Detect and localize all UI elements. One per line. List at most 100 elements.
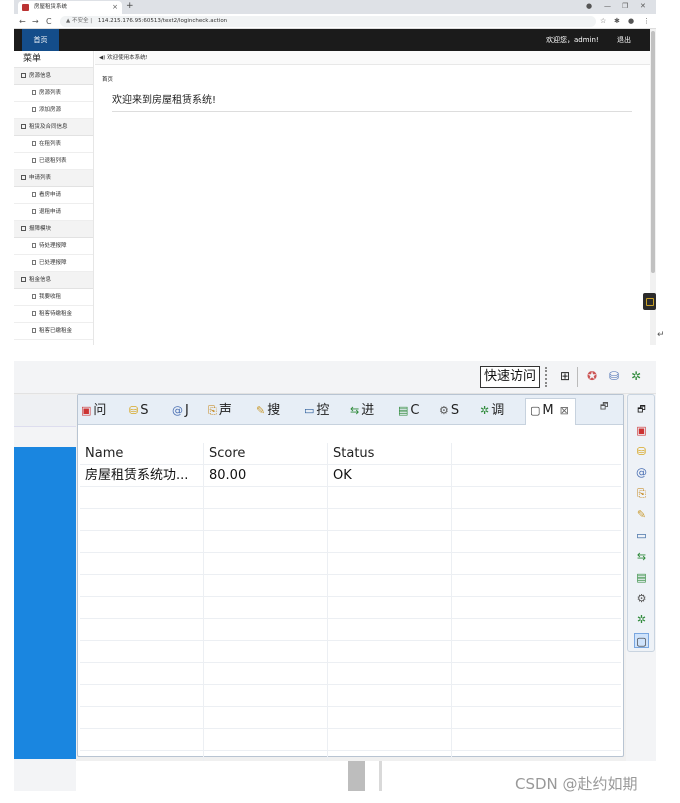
menu-item-active-leases[interactable]: 在租列表 — [14, 136, 93, 153]
tab-javadoc[interactable]: @ J — [172, 401, 189, 421]
table-row[interactable] — [80, 531, 621, 553]
table-row[interactable] — [80, 663, 621, 685]
table-row[interactable] — [80, 641, 621, 663]
tab-snippets[interactable]: ⚙ S — [439, 401, 459, 421]
perspective-debug-icon[interactable]: ✲ — [628, 368, 644, 384]
browser-toolbar: ← → C ▲ 不安全 | 114.215.176.95:60513/text2… — [14, 14, 656, 29]
reload-button[interactable]: C — [46, 15, 52, 28]
menu-item-done-repairs[interactable]: 已处理报障 — [14, 255, 93, 272]
menu-item-viewing-requests[interactable]: 看房申请 — [14, 187, 93, 204]
table-row[interactable] — [80, 597, 621, 619]
profile-icon[interactable]: ● — [628, 16, 634, 27]
column-header-status[interactable]: Status — [328, 443, 452, 465]
menu-item-listing-list[interactable]: 房源列表 — [14, 85, 93, 102]
column-header-extra[interactable] — [452, 443, 621, 465]
perspective-java-ee-icon[interactable]: ✪ — [584, 368, 600, 384]
empty-cell — [452, 575, 621, 597]
minimize-button[interactable]: — — [604, 0, 611, 13]
table-row[interactable] — [80, 619, 621, 641]
extensions-icon[interactable]: ✱ — [614, 16, 620, 27]
tab-title: 房屋租赁系统 — [34, 4, 68, 10]
empty-cell — [80, 663, 204, 685]
menu-group-rent[interactable]: 租金信息 — [14, 272, 93, 289]
menu-group-leases[interactable]: 租赁及合同信息 — [14, 119, 93, 136]
close-icon[interactable]: ⊠ — [560, 404, 569, 417]
nav-home-tab[interactable]: 首页 — [22, 29, 59, 51]
tab-console[interactable]: ▭ 控 — [304, 401, 329, 421]
empty-cell — [80, 619, 204, 641]
table-row[interactable]: 房屋租赁系统功... 80.00 OK — [80, 465, 621, 487]
tab-problems[interactable]: ▣ 问 — [81, 401, 106, 421]
forward-button[interactable]: → — [32, 15, 39, 28]
tab-coverage[interactable]: ▤ C — [398, 401, 419, 421]
menu-item-add-listing[interactable]: 添加房源 — [14, 102, 93, 119]
gear-icon — [21, 226, 26, 231]
empty-cell — [452, 597, 621, 619]
tab-declaration[interactable]: ⎘ 声 — [208, 401, 232, 421]
menu-item-ended-leases[interactable]: 已退租列表 — [14, 153, 93, 170]
menu-group-listings[interactable]: 房源信息 — [14, 68, 93, 85]
toolbar-grip[interactable] — [545, 367, 548, 387]
table-row[interactable] — [80, 487, 621, 509]
left-editor-selection — [14, 447, 76, 759]
wrench-icon — [32, 260, 36, 265]
coverage-icon[interactable]: ▤ — [634, 570, 649, 585]
view-icon[interactable]: ▢ — [634, 633, 649, 648]
problems-icon[interactable]: ▣ — [634, 423, 649, 438]
console-icon[interactable]: ▭ — [634, 528, 649, 543]
menu-item-move-out-requests[interactable]: 退租申请 — [14, 204, 93, 221]
tab-close-icon[interactable]: × — [112, 1, 118, 14]
file-icon — [32, 107, 36, 112]
search-icon[interactable]: ✎ — [634, 507, 649, 522]
tab-servers[interactable]: ⛁ S — [129, 401, 148, 421]
restore-icon[interactable]: 🗗 — [634, 403, 649, 418]
progress-icon[interactable]: ⇆ — [634, 549, 649, 564]
perspective-database-icon[interactable]: ⛁ — [606, 368, 622, 384]
at-icon[interactable]: @ — [634, 465, 649, 480]
column-header-name[interactable]: Name — [80, 443, 204, 465]
profile-dot-icon[interactable]: ● — [586, 0, 592, 13]
tab-markers[interactable]: ▢ M ⊠ — [525, 398, 576, 425]
menu-icon[interactable]: ⋮ — [643, 16, 650, 27]
logout-link[interactable]: 退出 — [617, 29, 631, 51]
tab-label: 控 — [316, 403, 330, 418]
menu-group-requests[interactable]: 申请列表 — [14, 170, 93, 187]
menu-item-collect-rent[interactable]: 我要收租 — [14, 289, 93, 306]
menu-group-repairs[interactable]: 报障模块 — [14, 221, 93, 238]
bookmark-star-icon[interactable]: ☆ — [600, 16, 606, 27]
empty-cell — [452, 663, 621, 685]
close-window-button[interactable]: ✕ — [640, 0, 646, 13]
open-perspective-icon[interactable]: ⊞ — [557, 368, 573, 384]
quick-access-field[interactable]: 快速访问 — [480, 366, 540, 388]
restore-button[interactable]: ❐ — [622, 0, 628, 13]
browser-tab[interactable]: 房屋租赁系统 × — [18, 1, 122, 14]
table-row[interactable] — [80, 553, 621, 575]
menu-item-rent-paid[interactable]: 租客已缴租金 — [14, 323, 93, 340]
view-tab-bar: ▣ 问 ⛁ S @ J ⎘ 声 ✎ 搜 ▭ 控 ⇆ 进 ▤ C ⚙ S ✲ 调 ▢ M ⊠ 🗗 — [78, 395, 623, 425]
column-header-score[interactable]: Score — [204, 443, 328, 465]
table-row[interactable] — [80, 685, 621, 707]
left-editor-area — [14, 395, 76, 791]
servers-icon[interactable]: ⛁ — [634, 444, 649, 459]
declaration-icon[interactable]: ⎘ — [634, 486, 649, 501]
maximize-icon[interactable]: 🗗 — [600, 399, 608, 415]
tab-progress[interactable]: ⇆ 进 — [350, 401, 374, 421]
breadcrumb[interactable]: 首页 — [102, 75, 113, 83]
back-button[interactable]: ← — [19, 15, 26, 28]
progress-icon: ⇆ — [350, 404, 360, 417]
address-bar[interactable]: ▲ 不安全 | 114.215.176.95:60513/text2/login… — [60, 16, 596, 27]
debug-icon[interactable]: ✲ — [634, 612, 649, 627]
tab-debug[interactable]: ✲ 调 — [480, 401, 504, 421]
menu-item-rent-due[interactable]: 租客待缴租金 — [14, 306, 93, 323]
new-tab-button[interactable]: + — [126, 0, 134, 13]
table-row[interactable] — [80, 707, 621, 729]
menu-item-pending-repairs[interactable]: 待处理报障 — [14, 238, 93, 255]
empty-cell — [328, 619, 452, 641]
snippets-icon[interactable]: ⚙ — [634, 591, 649, 606]
floating-widget-icon[interactable] — [643, 293, 656, 310]
table-row[interactable] — [80, 575, 621, 597]
tab-search[interactable]: ✎ 搜 — [256, 401, 280, 421]
table-row[interactable] — [80, 509, 621, 531]
scrollbar-thumb[interactable] — [651, 31, 655, 273]
table-row[interactable] — [80, 729, 621, 751]
